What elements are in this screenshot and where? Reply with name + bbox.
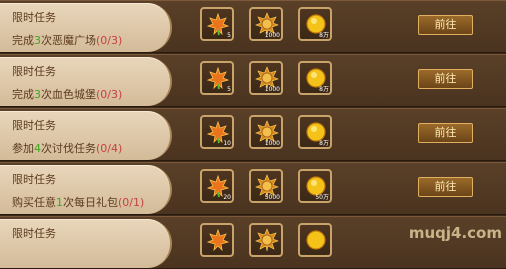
reward-quantity: 5 <box>227 86 231 93</box>
reward-slot[interactable]: 20 <box>200 169 234 203</box>
gold-badge-icon <box>255 228 279 252</box>
task-description: 购买任意1次每日礼包(0/1) <box>12 196 145 209</box>
reward-slot[interactable] <box>298 223 332 257</box>
task-row: 限时任务 完成3次恶魔广场(0/3) 5 1000 8万 前往 <box>0 0 506 53</box>
task-tag: 限时任务 <box>0 219 172 268</box>
task-row: 限时任务 参加4次讨伐任务(0/4) 10 1000 8万 前往 <box>0 108 506 161</box>
reward-slot[interactable]: 10 <box>200 115 234 149</box>
reward-quantity: 10 <box>223 140 231 147</box>
task-tag: 限时任务 完成3次血色城堡(0/3) <box>0 57 172 106</box>
task-description: 完成3次血色城堡(0/3) <box>12 88 123 101</box>
reward-slot[interactable]: 1000 <box>249 7 283 41</box>
task-tag: 限时任务 完成3次恶魔广场(0/3) <box>0 3 172 52</box>
watermark: muqj4.com <box>408 224 502 242</box>
reward-slot[interactable]: 5 <box>200 61 234 95</box>
reward-slot[interactable]: 8万 <box>298 115 332 149</box>
task-row: 限时任务 购买任意1次每日礼包(0/1) 20 5000 50万 前往 <box>0 162 506 215</box>
task-title: 限时任务 <box>12 119 56 132</box>
task-title: 限时任务 <box>12 227 56 240</box>
task-title: 限时任务 <box>12 173 56 186</box>
go-button[interactable]: 前往 <box>418 69 473 89</box>
go-button[interactable]: 前往 <box>418 177 473 197</box>
maple-leaf-icon <box>206 228 230 252</box>
task-row: 限时任务 完成3次血色城堡(0/3) 5 1000 8万 前往 <box>0 54 506 107</box>
reward-slot[interactable]: 5 <box>200 7 234 41</box>
reward-slot[interactable]: 50万 <box>298 169 332 203</box>
reward-quantity: 8万 <box>319 32 329 39</box>
reward-slot[interactable]: 8万 <box>298 61 332 95</box>
reward-quantity: 20 <box>223 194 231 201</box>
reward-slot[interactable]: 1000 <box>249 61 283 95</box>
reward-quantity: 5 <box>227 32 231 39</box>
reward-slot[interactable] <box>200 223 234 257</box>
go-button[interactable]: 前往 <box>418 15 473 35</box>
reward-quantity: 8万 <box>319 140 329 147</box>
task-list: 限时任务 完成3次恶魔广场(0/3) 5 1000 8万 前往 限时任务 完成3… <box>0 0 506 269</box>
reward-quantity: 5000 <box>264 194 280 201</box>
task-tag: 限时任务 购买任意1次每日礼包(0/1) <box>0 165 172 214</box>
gold-coin-icon <box>306 230 326 250</box>
reward-quantity: 1000 <box>264 32 280 39</box>
reward-slot[interactable]: 1000 <box>249 115 283 149</box>
task-description: 参加4次讨伐任务(0/4) <box>12 142 123 155</box>
reward-quantity: 1000 <box>264 140 280 147</box>
task-description: 完成3次恶魔广场(0/3) <box>12 34 123 47</box>
go-button[interactable]: 前往 <box>418 123 473 143</box>
reward-slot[interactable]: 8万 <box>298 7 332 41</box>
reward-quantity: 1000 <box>264 86 280 93</box>
task-title: 限时任务 <box>12 65 56 78</box>
task-tag: 限时任务 参加4次讨伐任务(0/4) <box>0 111 172 160</box>
reward-slot[interactable] <box>249 223 283 257</box>
reward-quantity: 50万 <box>315 194 329 201</box>
reward-slot[interactable]: 5000 <box>249 169 283 203</box>
task-title: 限时任务 <box>12 11 56 24</box>
reward-quantity: 8万 <box>319 86 329 93</box>
